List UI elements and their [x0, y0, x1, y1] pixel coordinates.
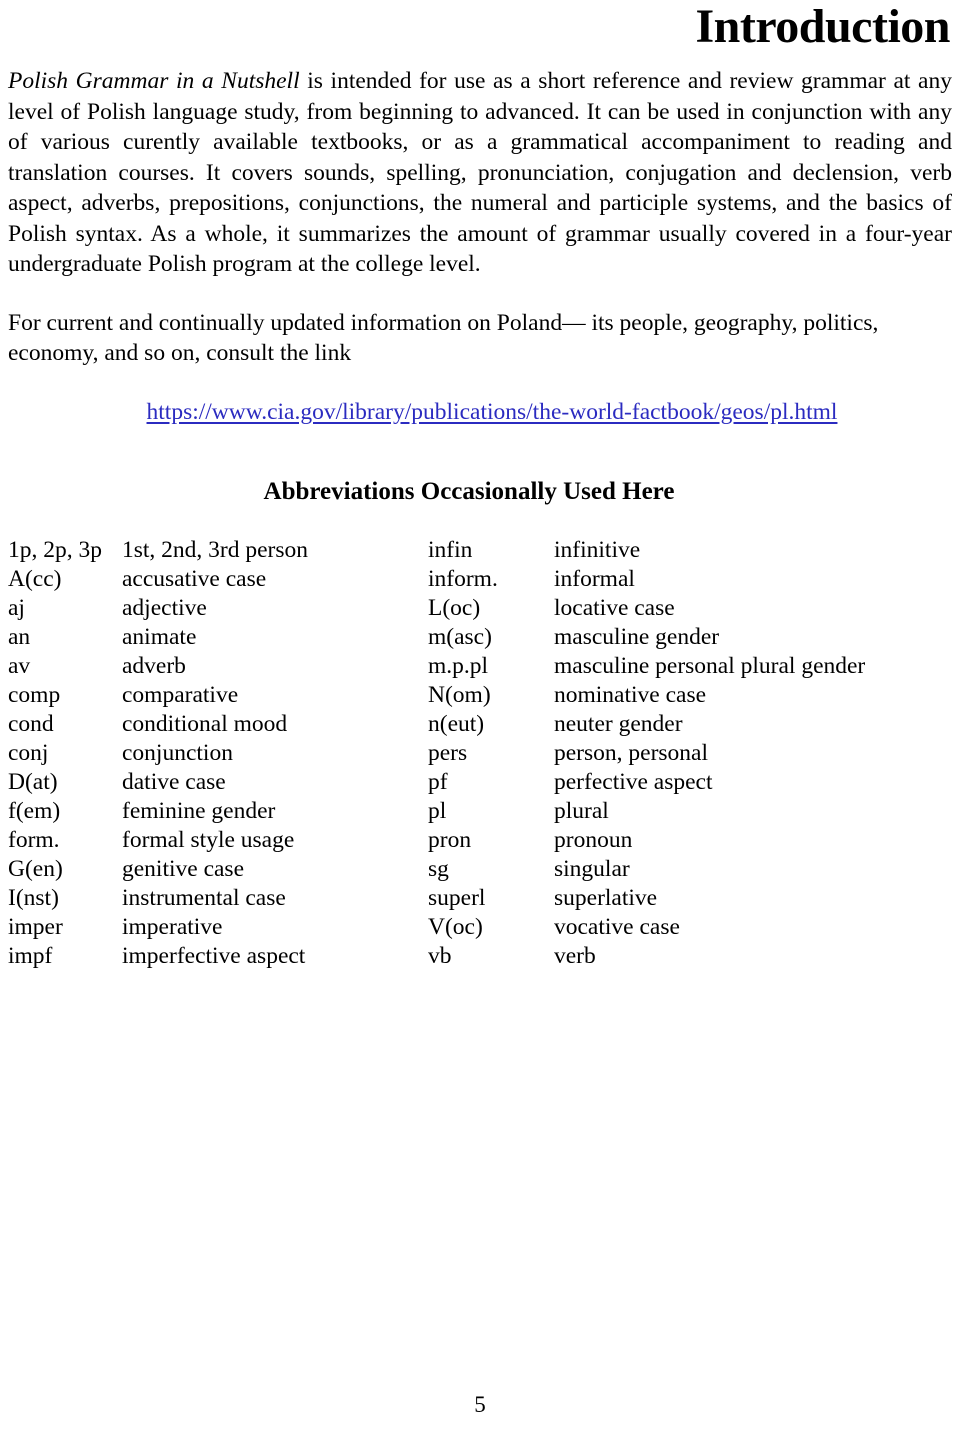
- table-row: conj conjunction pers person, personal: [8, 739, 952, 768]
- abbreviation-right: superl: [428, 884, 486, 911]
- table-row: f(em) feminine gender pl plural: [8, 797, 952, 826]
- abbreviation-right: vb: [428, 942, 452, 969]
- abbreviation-left: impf: [8, 942, 53, 969]
- meaning-left: animate: [122, 623, 197, 650]
- table-row: I(nst) instrumental case superl superlative: [8, 884, 952, 913]
- table-row: 1p, 2p, 3p 1st, 2nd, 3rd person infin infin…: [8, 536, 952, 565]
- meaning-right: singular: [554, 855, 630, 882]
- abbreviation-left: cond: [8, 710, 54, 737]
- meaning-right: masculine personal plural gender: [554, 652, 866, 679]
- external-link-row: https://www.cia.gov/library/publications…: [8, 399, 952, 426]
- abbreviation-right: pl: [428, 797, 447, 824]
- meaning-left: adjective: [122, 594, 207, 621]
- table-row: A(cc) accusative case inform. informal: [8, 565, 952, 594]
- intro-paragraph-2: For current and continually updated info…: [8, 309, 879, 367]
- meaning-right: informal: [554, 565, 635, 592]
- table-row: cond conditional mood n(eut) neuter gender: [8, 710, 952, 739]
- table-row: form. formal style usage pron pronoun: [8, 826, 952, 855]
- abbreviation-right: infin: [428, 536, 473, 563]
- table-row: an animate m(asc) masculine gender: [8, 623, 952, 652]
- abbreviation-left: aj: [8, 594, 25, 621]
- intro-paragraph-1: Polish Grammar in a Nutshell is intended…: [8, 66, 952, 280]
- table-row: comp comparative N(om) nominative case: [8, 681, 952, 710]
- abbreviation-left: form.: [8, 826, 60, 853]
- meaning-left: conditional mood: [122, 710, 288, 737]
- abbreviation-left: conj: [8, 739, 49, 766]
- abbreviation-left: av: [8, 652, 31, 679]
- book-title-italic: Polish Grammar in a Nutshell: [8, 68, 300, 95]
- abbreviation-right: inform.: [428, 565, 498, 592]
- meaning-right: perfective aspect: [554, 768, 713, 795]
- abbreviation-left: f(em): [8, 797, 61, 824]
- meaning-left: adverb: [122, 652, 186, 679]
- cia-world-factbook-link[interactable]: https://www.cia.gov/library/publications…: [147, 399, 838, 425]
- meaning-right: nominative case: [554, 681, 707, 708]
- abbreviations-table-body: 1p, 2p, 3p 1st, 2nd, 3rd person infin infin…: [8, 536, 952, 971]
- abbreviation-left: A(cc): [8, 565, 62, 592]
- abbreviation-right: pf: [428, 768, 448, 795]
- meaning-left: instrumental case: [122, 884, 286, 911]
- abbreviations-table: 1p, 2p, 3p 1st, 2nd, 3rd person infin infin…: [8, 536, 952, 971]
- table-row: G(en) genitive case sg singular: [8, 855, 952, 884]
- meaning-right: verb: [554, 942, 596, 969]
- meaning-left: imperfective aspect: [122, 942, 306, 969]
- meaning-right: superlative: [554, 884, 658, 911]
- abbreviation-left: I(nst): [8, 884, 59, 911]
- meaning-right: locative case: [554, 594, 675, 621]
- meaning-right: infinitive: [554, 536, 641, 563]
- abbreviation-right: m.p.pl: [428, 652, 489, 679]
- table-row: aj adjective L(oc) locative case: [8, 594, 952, 623]
- meaning-left: feminine gender: [122, 797, 276, 824]
- abbreviation-left: 1p, 2p, 3p: [8, 536, 102, 563]
- abbreviation-right: m(asc): [428, 623, 492, 650]
- meaning-left: imperative: [122, 913, 223, 940]
- table-row: impf imperfective aspect vb verb: [8, 942, 952, 971]
- meaning-left: comparative: [122, 681, 239, 708]
- meaning-left: 1st, 2nd, 3rd person: [122, 536, 309, 563]
- abbreviation-left: D(at): [8, 768, 58, 795]
- meaning-left: conjunction: [122, 739, 233, 766]
- meaning-right: vocative case: [554, 913, 680, 940]
- table-row: imper imperative V(oc) vocative case: [8, 913, 952, 942]
- table-row: av adverb m.p.pl masculine personal plural …: [8, 652, 952, 681]
- abbreviation-left: comp: [8, 681, 61, 708]
- abbreviation-right: pers: [428, 739, 468, 766]
- document-page: Introduction Polish Grammar in a Nutshel…: [0, 0, 960, 1440]
- abbreviation-right: N(om): [428, 681, 491, 708]
- meaning-right: neuter gender: [554, 710, 683, 737]
- abbreviation-right: L(oc): [428, 594, 481, 621]
- meaning-right: plural: [554, 797, 609, 824]
- abbreviation-right: V(oc): [428, 913, 483, 940]
- table-row: D(at) dative case pf perfective aspect: [8, 768, 952, 797]
- abbreviation-left: G(en): [8, 855, 63, 882]
- meaning-right: person, personal: [554, 739, 709, 766]
- meaning-left: accusative case: [122, 565, 267, 592]
- meaning-right: pronoun: [554, 826, 633, 853]
- abbreviation-left: imper: [8, 913, 63, 940]
- abbreviation-right: pron: [428, 826, 472, 853]
- abbreviation-left: an: [8, 623, 31, 650]
- meaning-left: dative case: [122, 768, 226, 795]
- meaning-left: genitive case: [122, 855, 245, 882]
- abbreviations-heading: Abbreviations Occasionally Used Here: [263, 477, 675, 505]
- meaning-right: masculine gender: [554, 623, 720, 650]
- abbreviation-right: sg: [428, 855, 449, 882]
- intro-paragraph-1-rest: is intended for use as a short reference…: [8, 68, 952, 278]
- abbreviation-right: n(eut): [428, 710, 485, 737]
- page-number: 5: [474, 1392, 486, 1417]
- page-title: Introduction: [695, 0, 950, 53]
- meaning-left: formal style usage: [122, 826, 295, 853]
